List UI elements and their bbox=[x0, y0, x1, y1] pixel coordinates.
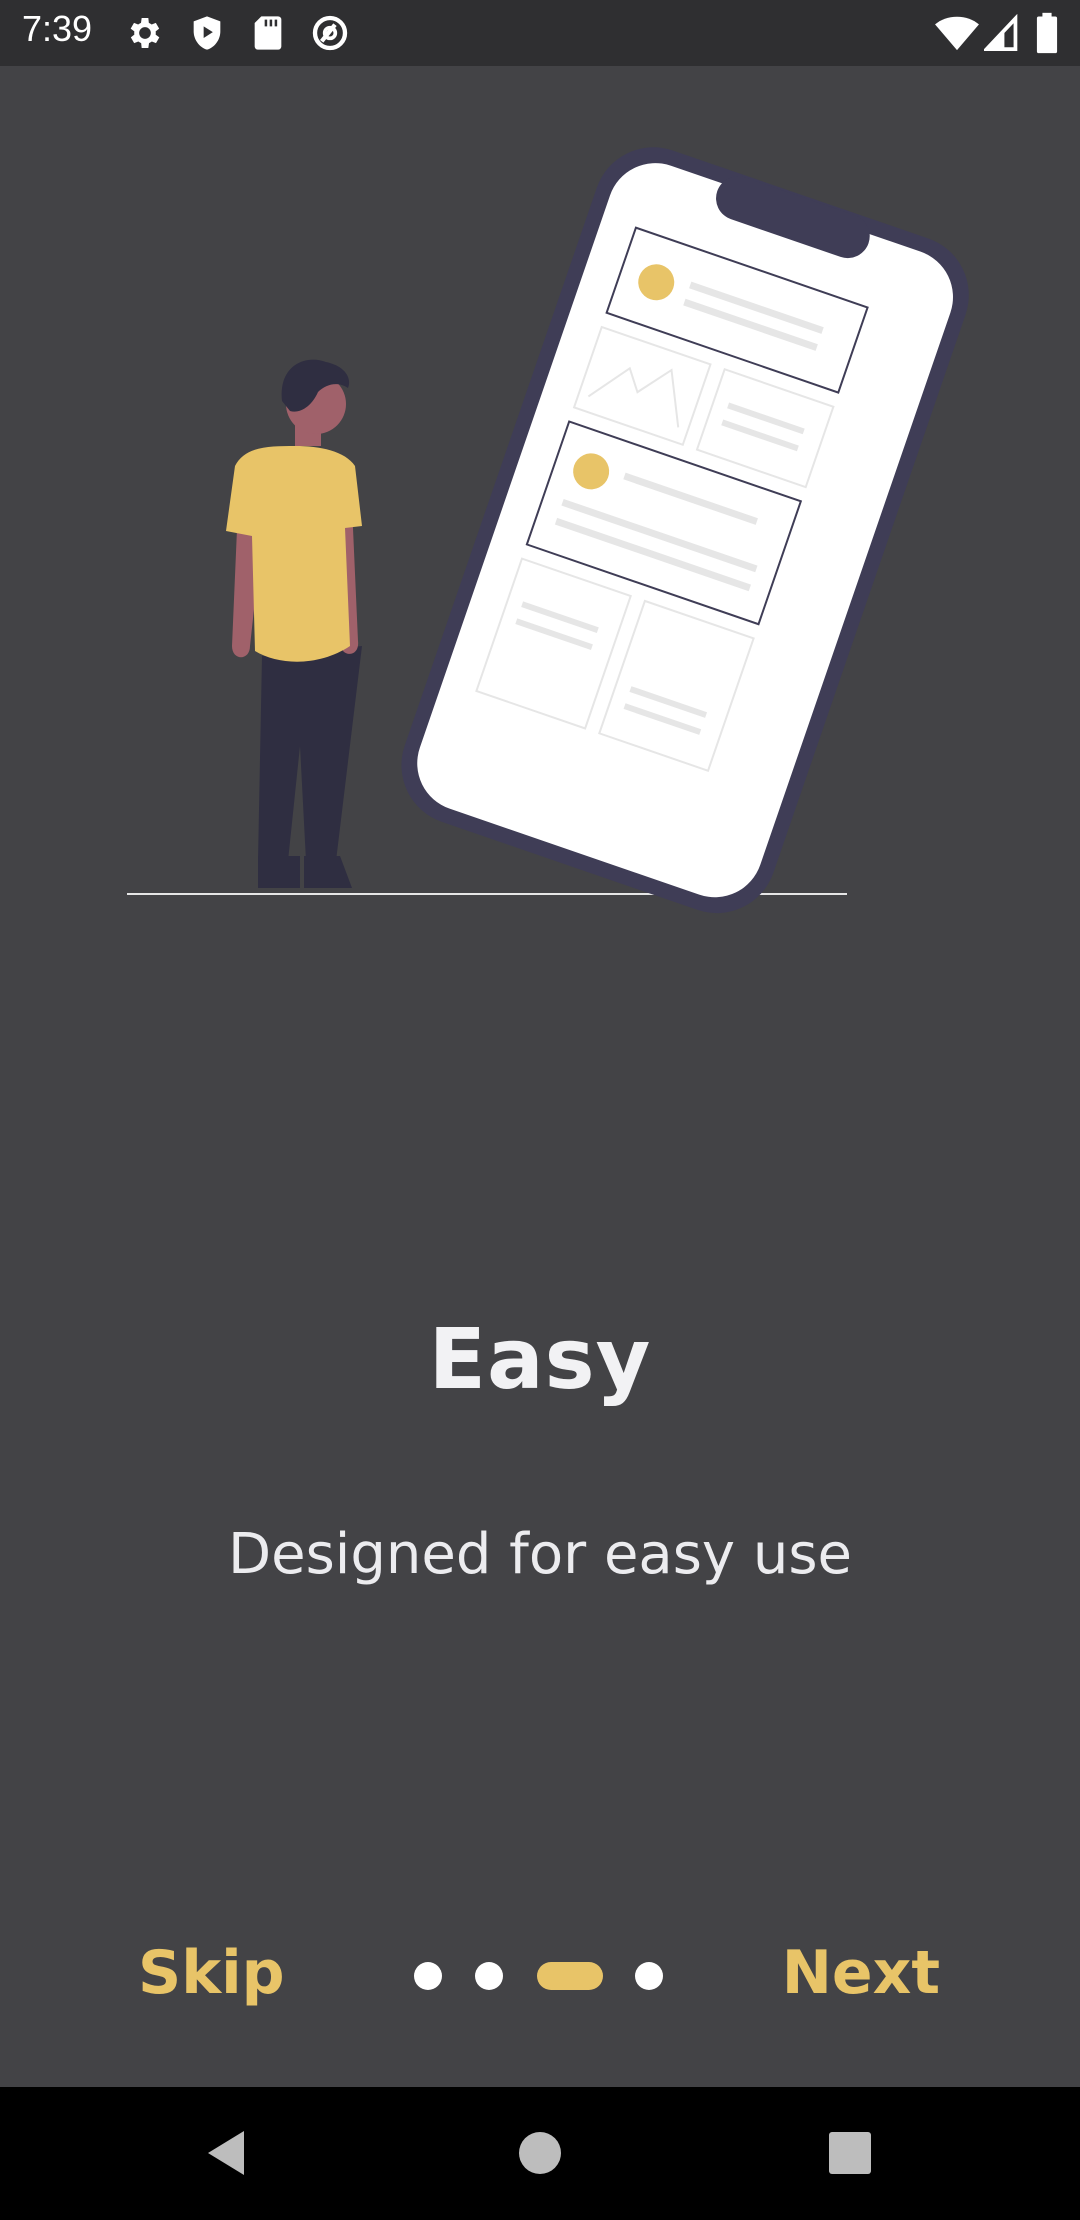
page-title: Easy bbox=[428, 1310, 652, 1408]
person-illustration bbox=[226, 359, 362, 888]
status-bar: 7:39 bbox=[0, 0, 1080, 66]
page-subtitle: Designed for easy use bbox=[228, 1522, 852, 1587]
status-time: 7:39 bbox=[22, 8, 93, 49]
system-nav-bar bbox=[0, 2087, 1080, 2220]
back-icon[interactable] bbox=[196, 2123, 256, 2183]
signal-icon bbox=[984, 13, 1018, 52]
home-icon[interactable] bbox=[510, 2123, 570, 2183]
skip-button[interactable]: Skip bbox=[138, 1938, 285, 2008]
onboarding-controls: Skip Next bbox=[0, 1930, 1080, 2020]
at-sign-icon bbox=[312, 15, 348, 51]
phone-illustration bbox=[401, 147, 969, 914]
page-dot-4[interactable] bbox=[635, 1962, 663, 1990]
page-dot-3-active[interactable] bbox=[537, 1962, 603, 1990]
battery-icon bbox=[1036, 12, 1058, 54]
page-dot-1[interactable] bbox=[414, 1962, 442, 1990]
shield-play-icon bbox=[193, 16, 221, 50]
wifi-icon bbox=[935, 16, 979, 51]
settings-icon bbox=[130, 18, 160, 48]
page-dot-2[interactable] bbox=[475, 1962, 503, 1990]
recents-icon[interactable] bbox=[820, 2123, 880, 2183]
onboarding-illustration bbox=[127, 147, 969, 914]
sd-card-icon bbox=[254, 16, 282, 50]
next-button[interactable]: Next bbox=[782, 1938, 940, 2008]
